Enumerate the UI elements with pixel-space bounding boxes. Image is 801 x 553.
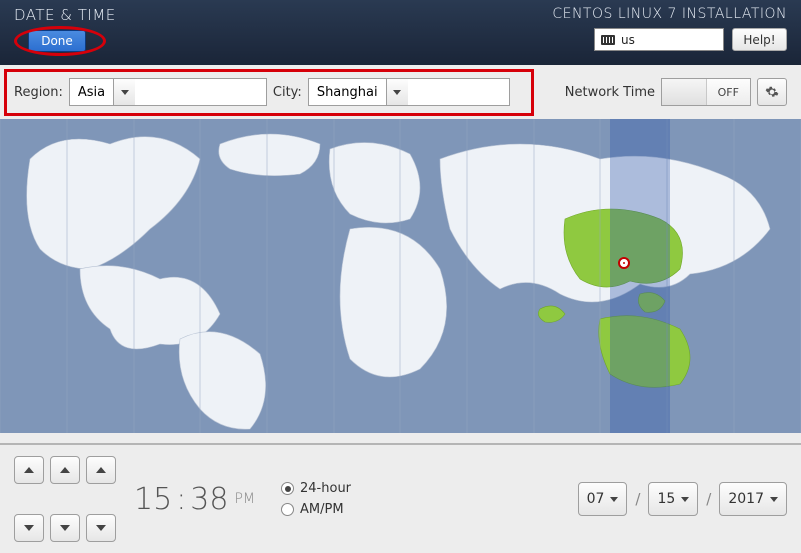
radio-24hour[interactable]: 24-hour: [281, 481, 351, 496]
gear-icon: [765, 85, 779, 99]
keyboard-icon: [601, 35, 615, 45]
day-combo[interactable]: 15: [648, 482, 698, 516]
month-value: 07: [587, 491, 605, 507]
toolbar: Region: Asia City: Shanghai Network Time…: [14, 73, 787, 111]
city-value: Shanghai: [309, 79, 386, 105]
date-sep: /: [706, 490, 711, 508]
ampm-down-button[interactable]: [86, 514, 116, 542]
switch-off-side: OFF: [706, 79, 751, 105]
region-value: Asia: [70, 79, 113, 105]
radio-ampm[interactable]: AM/PM: [281, 502, 351, 517]
header-right-row: us Help!: [594, 28, 787, 51]
network-time-switch[interactable]: OFF: [661, 78, 751, 106]
time-display: 15:38 PM: [134, 482, 255, 517]
network-time-settings-button[interactable]: [757, 78, 787, 106]
chevron-up-icon: [96, 467, 106, 473]
radio-icon: [281, 503, 294, 516]
timezone-map[interactable]: [0, 119, 801, 433]
header-left: DATE & TIME Done: [14, 6, 116, 59]
city-marker: [618, 257, 630, 269]
chevron-down-icon: [96, 525, 106, 531]
ampm-up-button[interactable]: [86, 456, 116, 484]
chevron-down-icon: [610, 497, 618, 502]
region-dropdown-button[interactable]: [113, 79, 135, 105]
keyboard-layout-value: us: [621, 33, 635, 47]
footer: 15:38 PM 24-hour AM/PM 07 / 15 / 2017: [0, 443, 801, 553]
chevron-up-icon: [24, 467, 34, 473]
radio-ampm-label: AM/PM: [300, 502, 344, 517]
year-value: 2017: [728, 491, 764, 507]
chevron-down-icon: [121, 90, 129, 95]
network-time-label: Network Time: [565, 85, 655, 100]
region-combo[interactable]: Asia: [69, 78, 267, 106]
city-combo[interactable]: Shanghai: [308, 78, 510, 106]
done-button[interactable]: Done: [28, 30, 86, 52]
keyboard-layout-field[interactable]: us: [594, 28, 724, 51]
help-button[interactable]: Help!: [732, 28, 787, 51]
minutes-up-button[interactable]: [50, 456, 80, 484]
world-map-svg: [0, 119, 801, 433]
timezone-band-highlight: [610, 119, 670, 433]
date-sep: /: [635, 490, 640, 508]
installer-title: CENTOS LINUX 7 INSTALLATION: [552, 6, 787, 22]
page-title: DATE & TIME: [14, 6, 116, 24]
year-combo[interactable]: 2017: [719, 482, 787, 516]
header-right: CENTOS LINUX 7 INSTALLATION us Help!: [552, 6, 787, 59]
toolbar-area: Region: Asia City: Shanghai Network Time…: [0, 65, 801, 119]
hours-up-button[interactable]: [14, 456, 44, 484]
hours-down-button[interactable]: [14, 514, 44, 542]
chevron-down-icon: [770, 497, 778, 502]
time-display-wrap: 15:38 PM: [126, 482, 263, 517]
minutes-down-button[interactable]: [50, 514, 80, 542]
city-label: City:: [273, 85, 302, 100]
time-hours: 15: [134, 482, 172, 517]
chevron-down-icon: [60, 525, 70, 531]
radio-24hour-label: 24-hour: [300, 481, 351, 496]
switch-on-side: [662, 79, 706, 105]
chevron-up-icon: [60, 467, 70, 473]
radio-icon: [281, 482, 294, 495]
city-dropdown-button[interactable]: [386, 79, 408, 105]
month-combo[interactable]: 07: [578, 482, 628, 516]
chevron-down-icon: [681, 497, 689, 502]
date-group: 07 / 15 / 2017: [578, 482, 787, 516]
time-ampm: PM: [234, 491, 255, 507]
chevron-down-icon: [24, 525, 34, 531]
day-value: 15: [657, 491, 675, 507]
header: DATE & TIME Done CENTOS LINUX 7 INSTALLA…: [0, 0, 801, 65]
region-label: Region:: [14, 85, 63, 100]
time-format-group: 24-hour AM/PM: [281, 481, 351, 517]
time-spinner-hours: [14, 456, 116, 542]
done-button-annotation: Done: [14, 28, 109, 58]
chevron-down-icon: [393, 90, 401, 95]
time-minutes: 38: [190, 482, 228, 517]
